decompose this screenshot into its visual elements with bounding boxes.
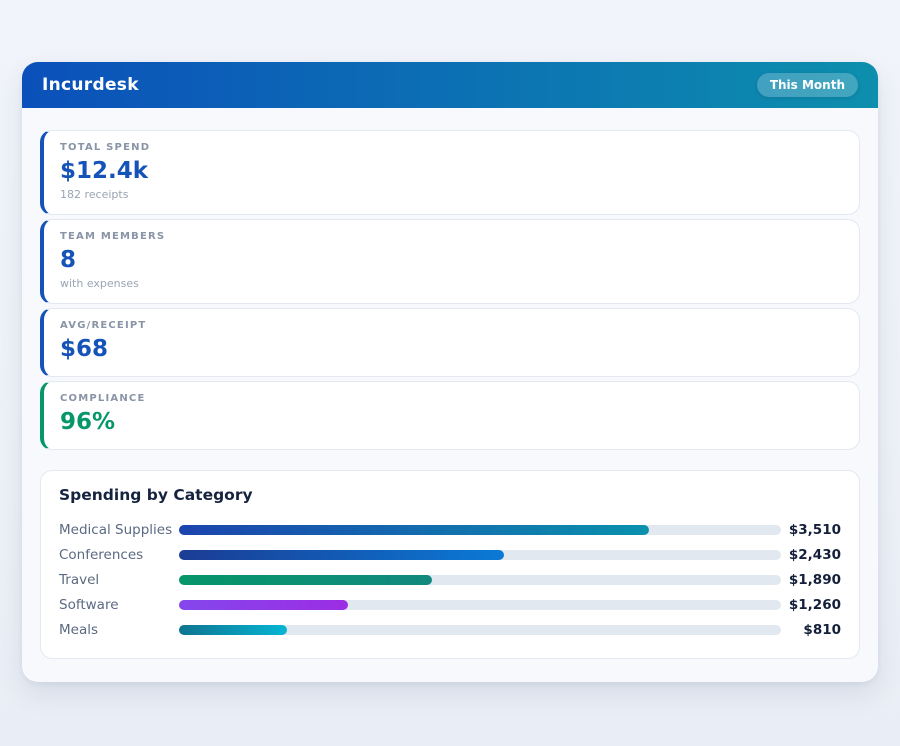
stat-value: $12.4k [60,157,843,185]
bar-value-label: $1,890 [781,572,841,588]
bar-fill [179,525,649,535]
stat-label: TOTAL SPEND [60,142,843,153]
bar-category-label: Meals [59,622,179,638]
stat-value: $68 [60,335,843,363]
bar-fill [179,625,287,635]
bar-category-label: Conferences [59,547,179,563]
stat-subtext: 182 receipts [60,188,843,201]
chart-card: Spending by Category Medical Supplies $3,… [40,470,860,659]
bar-value-label: $2,430 [781,547,841,563]
chart-row: Meals $810 [59,617,841,642]
bar-track [179,550,781,560]
chart-row: Medical Supplies $3,510 [59,517,841,542]
bar-category-label: Medical Supplies [59,522,179,538]
bar-track [179,575,781,585]
bar-track [179,600,781,610]
app-header: Incurdesk This Month [22,62,878,108]
chart-row: Travel $1,890 [59,567,841,592]
stat-label: AVG/RECEIPT [60,320,843,331]
stat-value: 96% [60,408,843,436]
stat-label: COMPLIANCE [60,393,843,404]
dashboard-panel: Incurdesk This Month TOTAL SPEND $12.4k 18… [22,62,878,682]
bar-value-label: $1,260 [781,597,841,613]
chart-title: Spending by Category [59,486,841,504]
chart-row: Conferences $2,430 [59,542,841,567]
app-title: Incurdesk [42,75,139,95]
bar-category-label: Travel [59,572,179,588]
period-badge[interactable]: This Month [757,73,858,97]
stat-subtext: with expenses [60,277,843,290]
stat-value: 8 [60,246,843,274]
stat-card: COMPLIANCE 96% [40,381,860,450]
chart-rows: Medical Supplies $3,510 Conferences $2,430 T… [59,517,841,642]
bar-value-label: $3,510 [781,522,841,538]
stat-card: TEAM MEMBERS 8 with expenses [40,219,860,304]
chart-row: Software $1,260 [59,592,841,617]
stats-list: TOTAL SPEND $12.4k 182 receipts TEAM MEMBER… [22,108,878,450]
stat-card: TOTAL SPEND $12.4k 182 receipts [40,130,860,215]
stat-label: TEAM MEMBERS [60,231,843,242]
bar-value-label: $810 [781,622,841,638]
bar-fill [179,550,504,560]
bar-fill [179,600,348,610]
bar-track [179,625,781,635]
bar-fill [179,575,432,585]
stat-card: AVG/RECEIPT $68 [40,308,860,377]
bar-category-label: Software [59,597,179,613]
bar-track [179,525,781,535]
